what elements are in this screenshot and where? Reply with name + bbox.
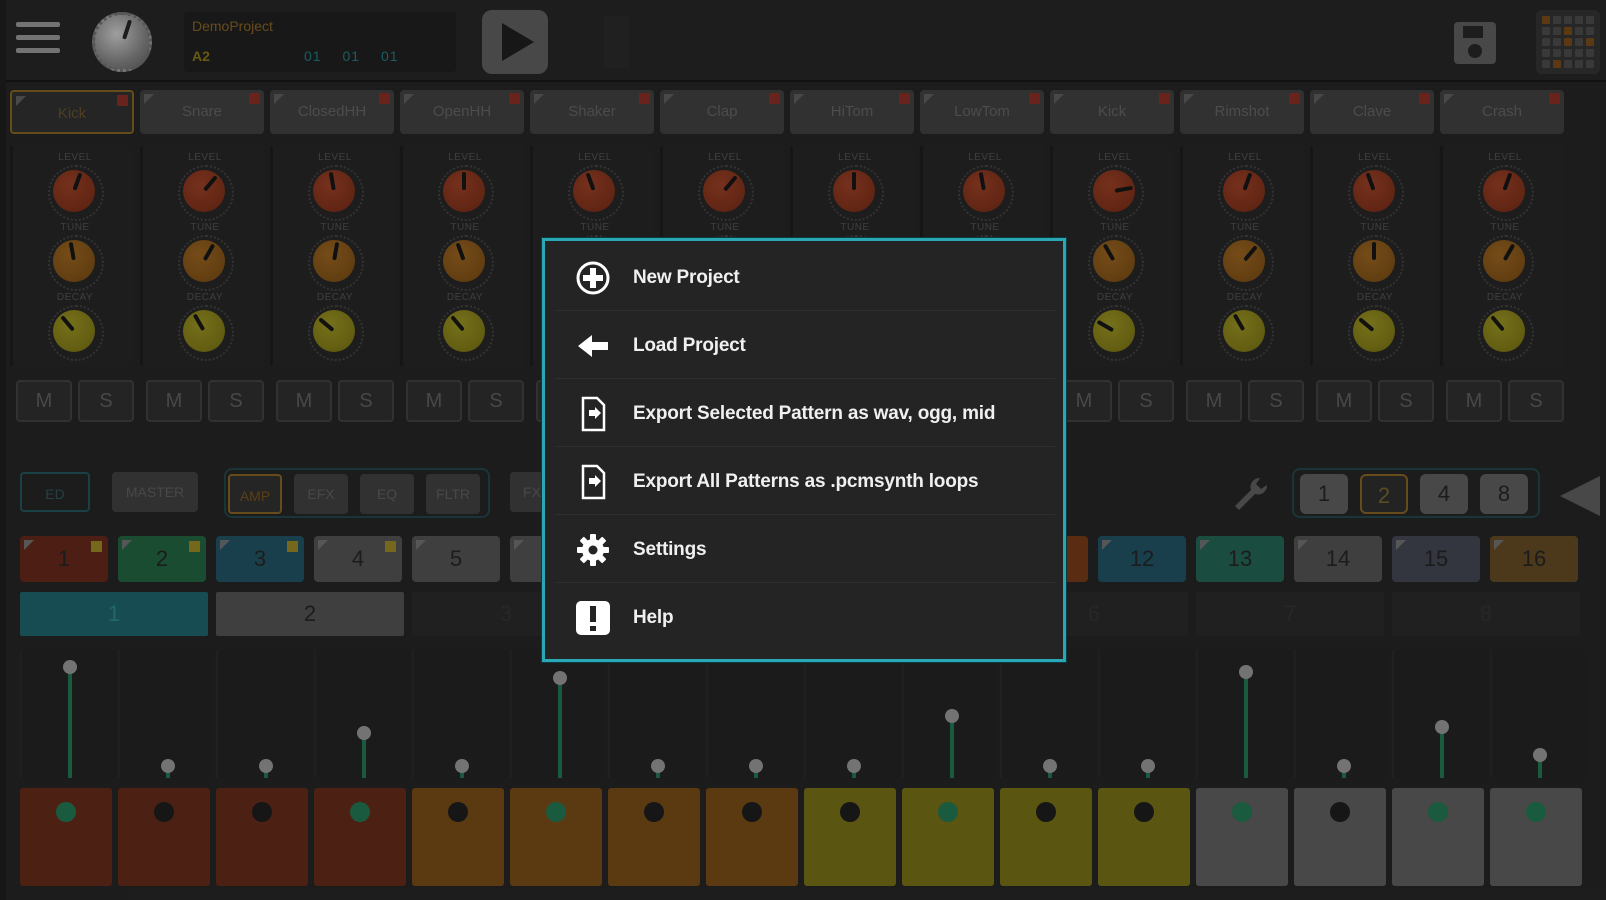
menu-item-load-project[interactable]: Load Project [555,313,1055,379]
menu-item-export-selected[interactable]: Export Selected Pattern as wav, ogg, mid [555,381,1055,447]
menu-item-label: Export Selected Pattern as wav, ogg, mid [633,403,996,424]
menu-item-new-project[interactable]: New Project [555,245,1055,311]
exclamation-icon [576,601,610,635]
export-file-icon [581,464,606,500]
menu-item-label: Help [633,607,674,628]
menu-item-export-all[interactable]: Export All Patterns as .pcmsynth loops [555,449,1055,515]
plus-circle-icon [576,261,610,295]
menu-item-label: Load Project [633,335,746,356]
menu-item-label: New Project [633,267,740,288]
main-menu-popup: New Project Load Project Export Selected… [542,238,1066,662]
arrow-left-icon [578,335,608,357]
menu-item-settings[interactable]: Settings [555,517,1055,583]
gear-icon [577,534,609,566]
menu-item-label: Export All Patterns as .pcmsynth loops [633,471,979,492]
menu-item-label: Settings [633,539,707,560]
export-file-icon [581,396,606,432]
menu-item-help[interactable]: Help [555,585,1055,651]
